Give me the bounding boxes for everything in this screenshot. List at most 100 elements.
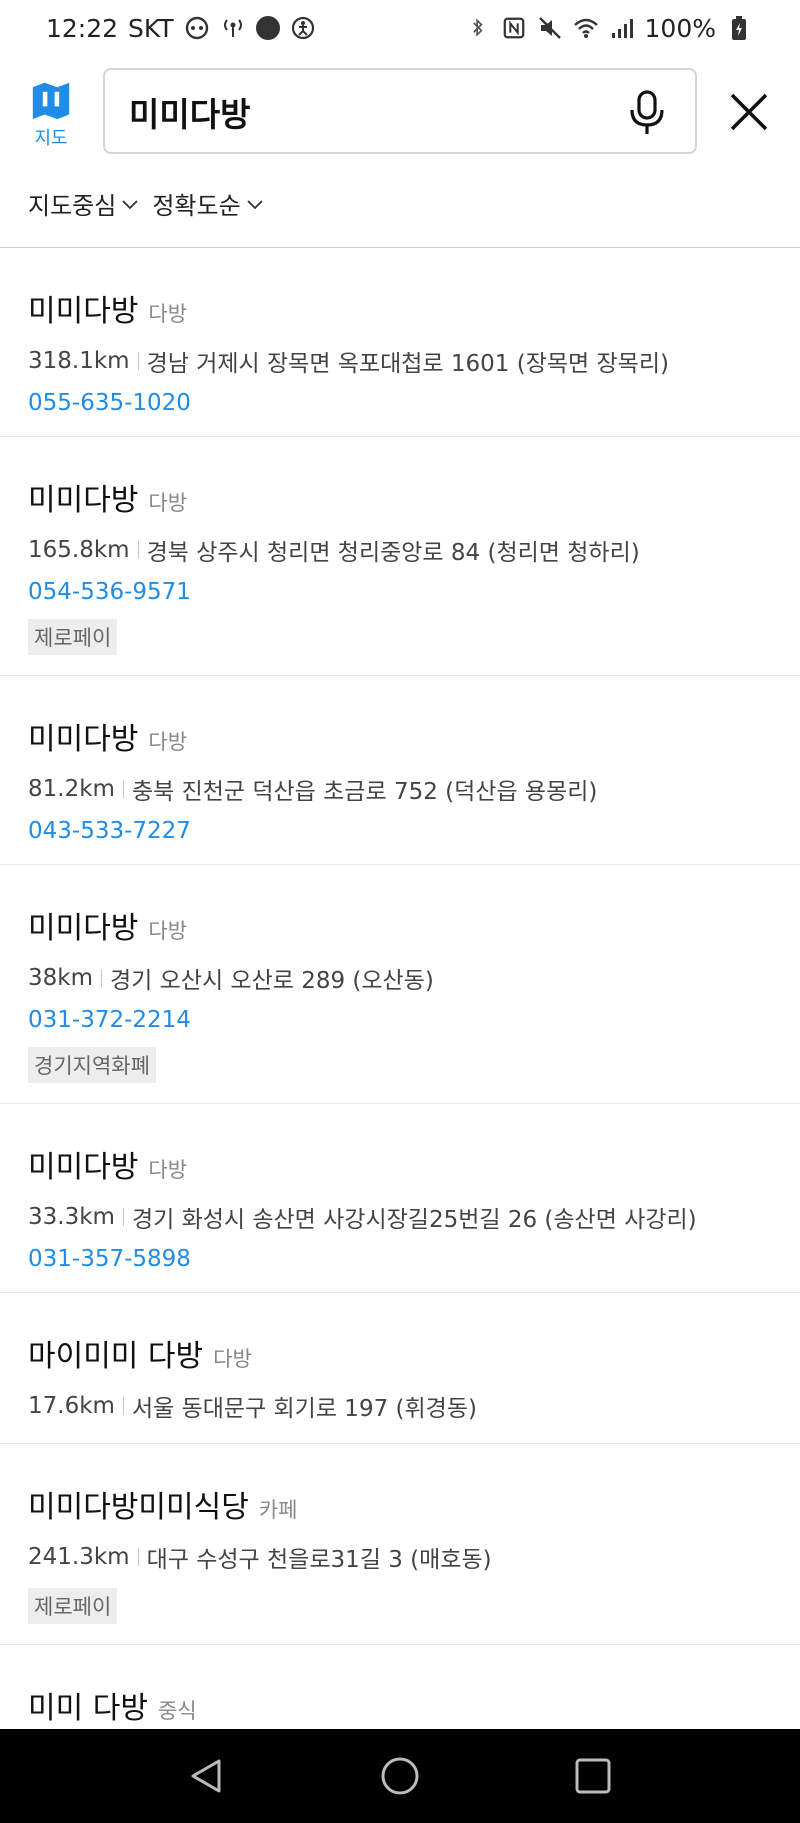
result-item[interactable]: 미미다방 다방 33.3km 경기 화성시 송산면 사강시장길25번길 26 (송산면… <box>0 1104 800 1293</box>
status-bar: 12:22 SKT 100% <box>0 0 800 56</box>
meta-separator <box>137 541 139 559</box>
result-phone[interactable]: 055-635-1020 <box>28 390 772 416</box>
filter-label: 정확도순 <box>152 192 241 220</box>
nfc-icon <box>501 15 527 41</box>
result-title-row: 미미다방 다방 <box>28 475 772 519</box>
search-input[interactable] <box>129 88 609 136</box>
result-title-row: 미미다방 다방 <box>28 903 772 947</box>
microphone-icon[interactable] <box>627 90 667 136</box>
filter-map-center[interactable]: 지도중심 <box>28 186 138 221</box>
status-carrier: SKT <box>128 13 174 43</box>
result-distance: 165.8km <box>28 537 130 563</box>
filter-bar: 지도중심 정확도순 <box>28 186 263 221</box>
status-right: 100% <box>465 14 752 43</box>
result-name: 미미다방 <box>28 483 139 518</box>
result-distance: 38km <box>28 965 93 991</box>
result-category: 다방 <box>148 491 188 515</box>
result-item[interactable]: 미미다방미미식당 카페 241.3km 대구 수성구 천을로31길 3 (매호동) 제로… <box>0 1444 800 1645</box>
result-name: 미미다방 <box>28 294 139 329</box>
results-list: 미미다방 다방 318.1km 경남 거제시 장목면 옥포대첩로 1601 (장목면 … <box>0 248 800 1823</box>
meta-separator <box>137 352 139 370</box>
result-category: 중식 <box>157 1699 197 1723</box>
status-time: 12:22 <box>46 13 119 43</box>
signal-icon <box>609 15 635 41</box>
result-phone[interactable]: 043-533-7227 <box>28 818 772 844</box>
bluetooth-icon <box>465 15 491 41</box>
result-address: 경기 오산시 오산로 289 (오산동) <box>110 968 434 994</box>
map-icon <box>32 82 70 120</box>
result-phone[interactable]: 031-372-2214 <box>28 1007 772 1033</box>
accessibility-icon <box>290 15 316 41</box>
result-item[interactable]: 미미다방 다방 38km 경기 오산시 오산로 289 (오산동) 031-372-22… <box>0 865 800 1104</box>
chevron-down-icon <box>122 199 138 209</box>
result-address: 대구 수성구 천을로31길 3 (매호동) <box>146 1547 492 1573</box>
mute-icon <box>537 15 563 41</box>
filter-label: 지도중심 <box>28 192 117 220</box>
result-title-row: 미미다방 다방 <box>28 1142 772 1186</box>
result-address: 서울 동대문구 회기로 197 (휘경동) <box>131 1396 477 1422</box>
filter-sort-accuracy[interactable]: 정확도순 <box>152 186 263 221</box>
search-header: 지도 <box>0 60 800 160</box>
result-meta: 318.1km 경남 거제시 장목면 옥포대첩로 1601 (장목면 장목리) <box>28 344 772 378</box>
result-name: 마이미미 다방 <box>28 1339 204 1374</box>
result-phone[interactable]: 031-357-5898 <box>28 1246 772 1272</box>
home-nav-icon[interactable] <box>377 1753 423 1799</box>
meta-separator <box>122 1397 124 1415</box>
result-category: 다방 <box>148 1158 188 1182</box>
result-meta: 38km 경기 오산시 오산로 289 (오산동) <box>28 961 772 995</box>
battery-percent: 100% <box>644 13 716 43</box>
result-name: 미미다방미미식당 <box>28 1490 249 1525</box>
result-tag: 경기지역화폐 <box>28 1047 156 1083</box>
result-tags: 경기지역화폐 <box>28 1047 772 1083</box>
map-logo-label: 지도 <box>34 128 68 149</box>
result-meta: 241.3km 대구 수성구 천을로31길 3 (매호동) <box>28 1540 772 1574</box>
result-distance: 33.3km <box>28 1204 115 1230</box>
meta-separator <box>101 969 102 987</box>
result-item[interactable]: 미미다방 다방 81.2km 충북 진천군 덕산읍 초금로 752 (덕산읍 용몽리)… <box>0 676 800 865</box>
recents-nav-icon[interactable] <box>570 1753 616 1799</box>
result-address: 경기 화성시 송산면 사강시장길25번길 26 (송산면 사강리) <box>131 1207 697 1233</box>
result-category: 다방 <box>148 730 188 754</box>
meta-separator <box>122 780 124 798</box>
result-title-row: 미미 다방 중식 <box>28 1683 772 1727</box>
result-distance: 81.2km <box>28 776 115 802</box>
result-item[interactable]: 미미다방 다방 318.1km 경남 거제시 장목면 옥포대첩로 1601 (장목면 … <box>0 248 800 437</box>
result-category: 다방 <box>148 919 188 943</box>
record-dot-icon <box>255 16 280 40</box>
game-controller-icon <box>184 15 210 41</box>
result-title-row: 미미다방 다방 <box>28 714 772 758</box>
result-distance: 241.3km <box>28 1544 130 1570</box>
result-name: 미미다방 <box>28 722 139 757</box>
chevron-down-icon <box>247 199 263 209</box>
result-item[interactable]: 마이미미 다방 다방 17.6km 서울 동대문구 회기로 197 (휘경동) <box>0 1293 800 1444</box>
result-tag: 제로페이 <box>28 1588 118 1624</box>
close-icon[interactable] <box>727 90 771 134</box>
meta-separator <box>137 1548 139 1566</box>
result-category: 카페 <box>258 1498 298 1522</box>
result-meta: 17.6km 서울 동대문구 회기로 197 (휘경동) <box>28 1389 772 1423</box>
result-title-row: 미미다방미미식당 카페 <box>28 1482 772 1526</box>
result-name: 미미다방 <box>28 1150 139 1185</box>
result-category: 다방 <box>148 302 188 326</box>
result-meta: 33.3km 경기 화성시 송산면 사강시장길25번길 26 (송산면 사강리) <box>28 1200 772 1234</box>
result-title-row: 미미다방 다방 <box>28 286 772 330</box>
result-item[interactable]: 미미다방 다방 165.8km 경북 상주시 청리면 청리중앙로 84 (청리면 청하… <box>0 437 800 676</box>
map-home-button[interactable]: 지도 <box>28 80 74 150</box>
result-category: 다방 <box>213 1347 252 1371</box>
result-address: 충북 진천군 덕산읍 초금로 752 (덕산읍 용몽리) <box>131 779 598 805</box>
result-distance: 318.1km <box>28 348 130 374</box>
result-title-row: 마이미미 다방 다방 <box>28 1331 772 1375</box>
result-tags: 제로페이 <box>28 619 772 655</box>
search-box[interactable] <box>103 68 697 154</box>
result-name: 미미 다방 <box>28 1691 148 1726</box>
result-distance: 17.6km <box>28 1393 115 1419</box>
result-name: 미미다방 <box>28 911 139 946</box>
hotspot-icon <box>220 15 246 41</box>
result-phone[interactable]: 054-536-9571 <box>28 579 772 605</box>
result-meta: 165.8km 경북 상주시 청리면 청리중앙로 84 (청리면 청하리) <box>28 533 772 567</box>
meta-separator <box>122 1208 124 1226</box>
navigation-bar <box>0 1729 800 1823</box>
result-tags: 제로페이 <box>28 1588 772 1624</box>
result-address: 경북 상주시 청리면 청리중앙로 84 (청리면 청하리) <box>146 540 640 566</box>
back-nav-icon[interactable] <box>184 1753 230 1799</box>
